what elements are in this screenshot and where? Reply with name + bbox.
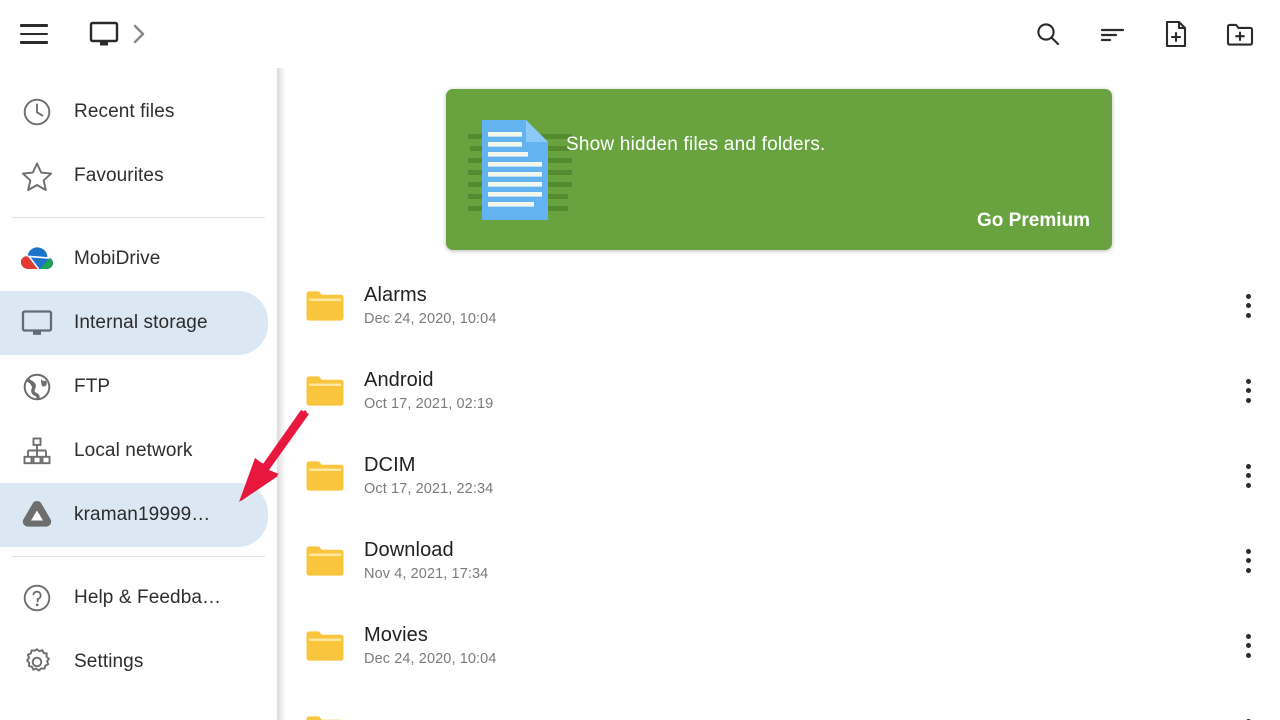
premium-promo-banner[interactable]: Show hidden files and folders. Go Premiu… bbox=[446, 89, 1112, 250]
more-vertical-icon[interactable] bbox=[1224, 282, 1272, 330]
top-bar-left bbox=[0, 0, 152, 68]
folder-icon bbox=[286, 629, 364, 663]
gear-icon bbox=[0, 647, 74, 677]
hamburger-line bbox=[20, 24, 48, 27]
sidebar-item-mobidrive[interactable]: MobiDrive bbox=[0, 227, 277, 291]
folder-icon bbox=[286, 374, 364, 408]
search-button[interactable] bbox=[1016, 0, 1080, 68]
table-row[interactable]: Music bbox=[286, 688, 1280, 720]
sidebar-item-label: FTP bbox=[74, 376, 111, 397]
table-row[interactable]: Alarms Dec 24, 2020, 10:04 bbox=[286, 263, 1280, 348]
sort-icon bbox=[1100, 28, 1125, 42]
sidebar-divider bbox=[12, 217, 265, 218]
star-icon bbox=[0, 161, 74, 192]
hamburger-line bbox=[20, 32, 48, 36]
row-text: Alarms Dec 24, 2020, 10:04 bbox=[364, 282, 497, 330]
sidebar-item-internal-storage[interactable]: Internal storage bbox=[0, 291, 268, 355]
file-modified: Dec 24, 2020, 10:04 bbox=[364, 650, 497, 667]
hamburger-line bbox=[20, 41, 48, 44]
more-vertical-icon[interactable] bbox=[1224, 707, 1272, 720]
mobidrive-logo-icon bbox=[0, 244, 74, 274]
breadcrumb-chevron-right-icon[interactable] bbox=[126, 0, 152, 68]
table-row[interactable]: DCIM Oct 17, 2021, 22:34 bbox=[286, 433, 1280, 518]
sidebar-item-label: Internal storage bbox=[74, 312, 208, 333]
navigation-drawer: Recent files Favourites MobiDrive Intern… bbox=[0, 68, 277, 720]
file-modified: Dec 24, 2020, 10:04 bbox=[364, 310, 497, 327]
sidebar-item-recent-files[interactable]: Recent files bbox=[0, 80, 277, 144]
file-modified: Nov 4, 2021, 17:34 bbox=[364, 565, 489, 582]
sidebar-item-label: kraman19999… bbox=[74, 504, 211, 525]
network-icon bbox=[0, 436, 74, 466]
more-vertical-icon[interactable] bbox=[1224, 622, 1272, 670]
file-name: Android bbox=[364, 368, 434, 391]
sidebar-item-account[interactable]: kraman19999… bbox=[0, 483, 268, 547]
folder-icon bbox=[286, 544, 364, 578]
main-content: Show hidden files and folders. Go Premiu… bbox=[286, 68, 1280, 720]
top-app-bar bbox=[0, 0, 1280, 68]
file-name: Alarms bbox=[364, 283, 427, 306]
more-vertical-icon[interactable] bbox=[1224, 367, 1272, 415]
new-file-icon bbox=[1165, 20, 1187, 48]
sidebar-item-label: Recent files bbox=[74, 101, 175, 122]
file-modified: Oct 17, 2021, 22:34 bbox=[364, 480, 494, 497]
row-text: Download Nov 4, 2021, 17:34 bbox=[364, 537, 488, 585]
sidebar-edge-shadow bbox=[277, 68, 286, 720]
folder-icon bbox=[286, 714, 364, 720]
more-vertical-icon[interactable] bbox=[1224, 452, 1272, 500]
new-folder-icon bbox=[1226, 23, 1254, 46]
top-bar-actions bbox=[1016, 0, 1272, 68]
file-name: Movies bbox=[364, 623, 428, 646]
sidebar-item-label: Favourites bbox=[74, 165, 164, 186]
file-list: Alarms Dec 24, 2020, 10:04 Android Oct 1… bbox=[286, 263, 1280, 720]
sidebar-item-label: Help & Feedba… bbox=[74, 587, 222, 608]
hidden-document-icon bbox=[468, 120, 572, 220]
sidebar-item-ftp[interactable]: FTP bbox=[0, 355, 277, 419]
folder-icon bbox=[286, 289, 364, 323]
file-name: Download bbox=[364, 538, 454, 561]
monitor-icon bbox=[89, 21, 119, 46]
breadcrumb-root-monitor-icon[interactable] bbox=[82, 0, 126, 68]
more-vertical-icon[interactable] bbox=[1224, 537, 1272, 585]
account-icon bbox=[0, 499, 74, 531]
sidebar-item-help-feedback[interactable]: Help & Feedba… bbox=[0, 566, 277, 630]
table-row[interactable]: Download Nov 4, 2021, 17:34 bbox=[286, 518, 1280, 603]
clock-icon bbox=[0, 97, 74, 127]
folder-icon bbox=[286, 459, 364, 493]
table-row[interactable]: Movies Dec 24, 2020, 10:04 bbox=[286, 603, 1280, 688]
sidebar-item-label: Local network bbox=[74, 440, 193, 461]
table-row[interactable]: Android Oct 17, 2021, 02:19 bbox=[286, 348, 1280, 433]
file-modified: Oct 17, 2021, 02:19 bbox=[364, 395, 494, 412]
row-text: Movies Dec 24, 2020, 10:04 bbox=[364, 622, 497, 670]
row-text: DCIM Oct 17, 2021, 22:34 bbox=[364, 452, 493, 500]
sidebar-item-favourites[interactable]: Favourites bbox=[0, 144, 277, 208]
chevron-right-icon bbox=[133, 24, 145, 44]
sidebar-item-settings[interactable]: Settings bbox=[0, 630, 277, 694]
sidebar-item-label: MobiDrive bbox=[74, 248, 161, 269]
search-icon bbox=[1037, 23, 1060, 46]
banner-message: Show hidden files and folders. bbox=[566, 134, 826, 155]
file-name: DCIM bbox=[364, 453, 416, 476]
globe-icon bbox=[0, 372, 74, 402]
new-file-button[interactable] bbox=[1144, 0, 1208, 68]
sidebar-item-label: Settings bbox=[74, 651, 144, 672]
new-folder-button[interactable] bbox=[1208, 0, 1272, 68]
monitor-icon bbox=[0, 309, 74, 337]
row-text: Android Oct 17, 2021, 02:19 bbox=[364, 367, 493, 415]
sort-button[interactable] bbox=[1080, 0, 1144, 68]
file-manager-window: Recent files Favourites MobiDrive Intern… bbox=[0, 0, 1280, 720]
sidebar-item-local-network[interactable]: Local network bbox=[0, 419, 277, 483]
go-premium-button[interactable]: Go Premium bbox=[977, 210, 1090, 232]
help-icon bbox=[0, 583, 74, 613]
hamburger-menu-icon[interactable] bbox=[0, 0, 68, 68]
sidebar-divider bbox=[12, 556, 265, 557]
